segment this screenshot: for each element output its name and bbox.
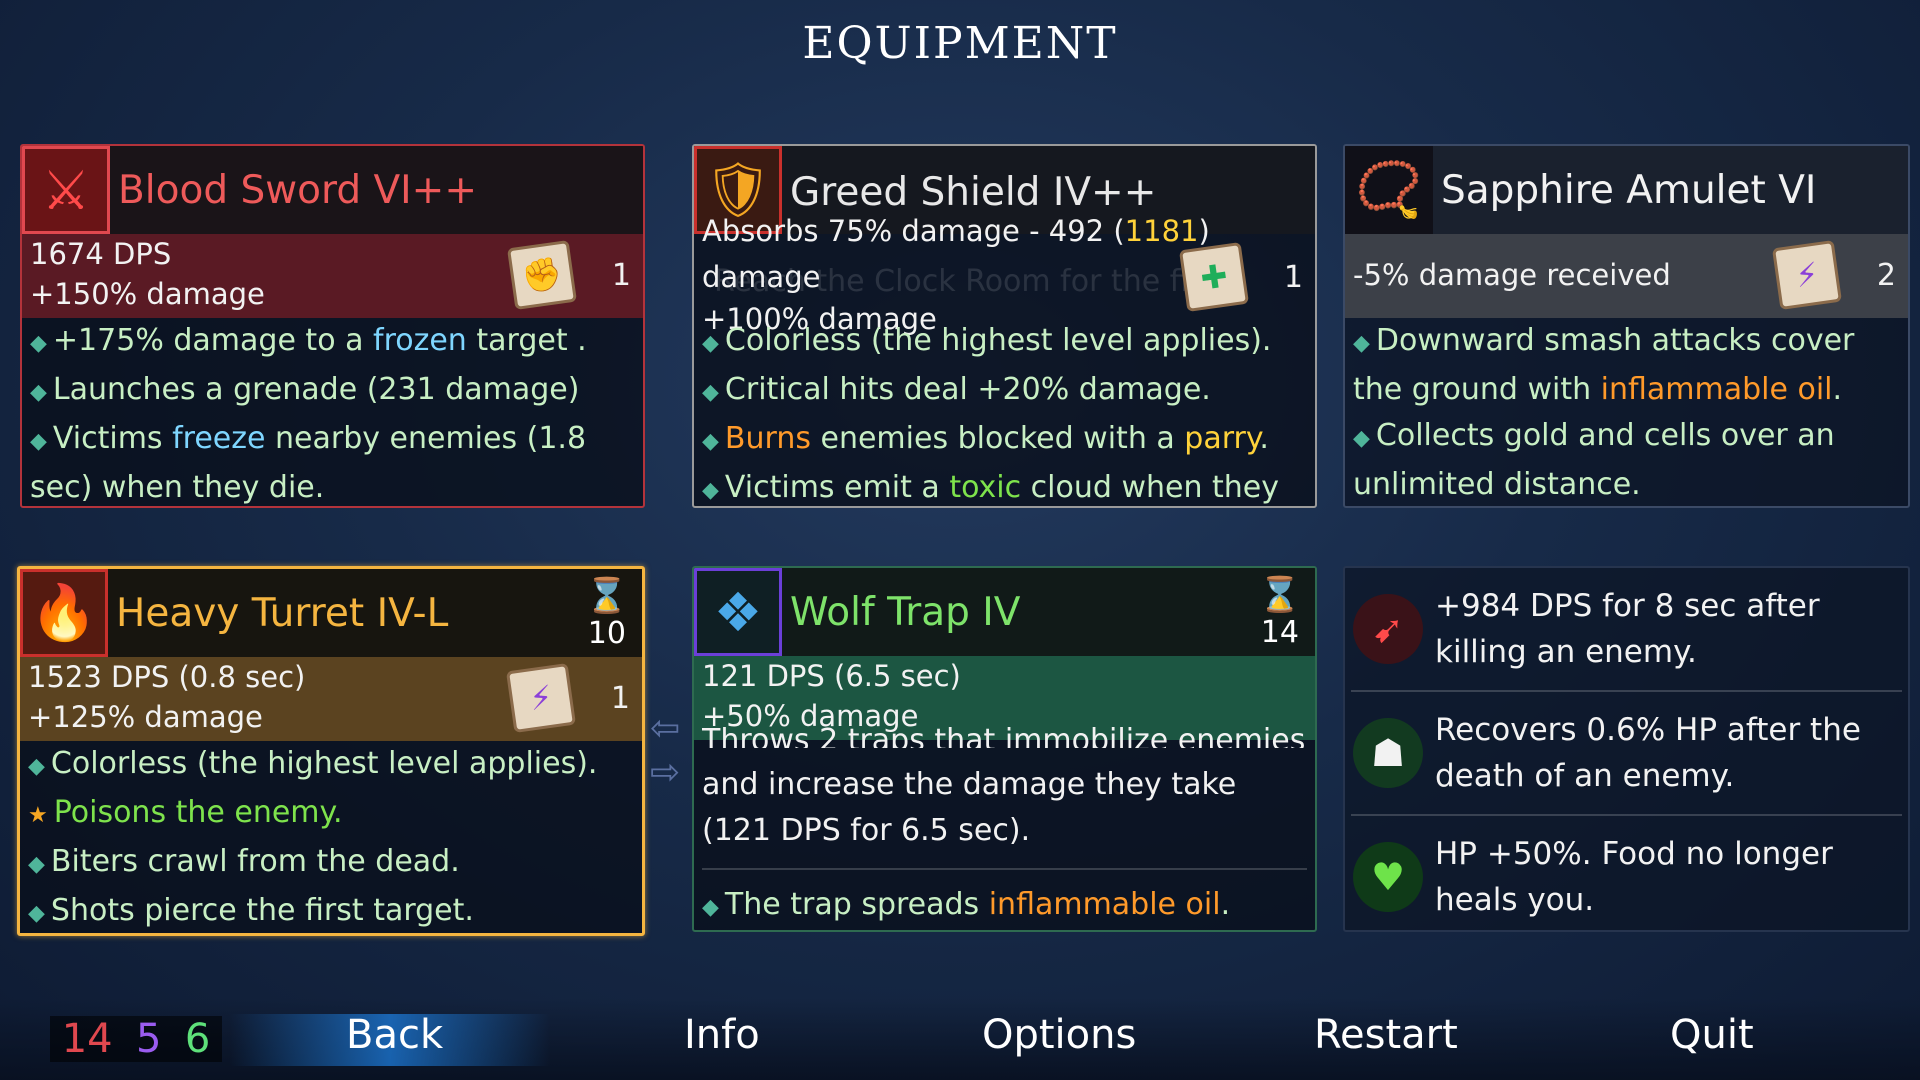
- bullet-icon: ◆: [702, 331, 719, 356]
- scroll-stat-counts: 14 5 6: [50, 1016, 222, 1062]
- item-name: Blood Sword VI++: [118, 168, 478, 213]
- bullet-icon: ◆: [702, 895, 719, 920]
- brutality-count: 14: [61, 1016, 113, 1062]
- dps-value: 121 DPS (6.5 sec): [702, 659, 961, 693]
- mutation-row[interactable]: ☗ Recovers 0.6% HP after the death of an…: [1345, 692, 1908, 814]
- card-sapphire-amulet[interactable]: 📿 Sapphire Amulet VI -5% damage received…: [1343, 144, 1910, 508]
- scroll-counter: ✚ 1: [1178, 241, 1303, 313]
- card-header: 📿 Sapphire Amulet VI: [1345, 146, 1908, 234]
- scroll-counter: ⚡ 2: [1771, 239, 1896, 311]
- mutations-panel: ➹ +984 DPS for 8 sec after killing an en…: [1343, 566, 1910, 932]
- affix-list: ◆ +175% damage to a frozen target . ◆ Laun…: [22, 318, 643, 506]
- affix: ◆ Shots pierce the first target.: [28, 893, 474, 928]
- options-button[interactable]: Options: [982, 1012, 1136, 1058]
- affix: ◆ Colorless (the highest level applies).: [702, 323, 1272, 358]
- card-greed-shield[interactable]: 🛡 Greed Shield IV++ Reach the Clock Room…: [692, 144, 1317, 508]
- scroll-counter: ✊ 1: [506, 239, 631, 311]
- affix: ◆ The trap spreads inflammable oil.: [702, 887, 1231, 922]
- affix: ◆ Critical hits deal +20% damage.: [702, 372, 1211, 407]
- swap-right-arrow-icon[interactable]: ⇨: [650, 752, 680, 793]
- affix-list: ◆ Colorless (the highest level applies). …: [694, 318, 1315, 506]
- cooldown-value: 10: [587, 616, 626, 651]
- cooldown-timer: ⌛ 14: [1259, 576, 1301, 652]
- item-name: Sapphire Amulet VI: [1441, 168, 1817, 213]
- back-button[interactable]: Back: [346, 1012, 443, 1058]
- card-heavy-turret[interactable]: 🔥 Heavy Turret IV-L ⌛ 10 1523 DPS (0.8 s…: [17, 566, 645, 936]
- mutation-text: +984 DPS for 8 sec after killing an enem…: [1435, 588, 1820, 670]
- bullet-icon: ◆: [28, 754, 45, 779]
- mutation-text: HP +50%. Food no longer heals you.: [1435, 836, 1833, 918]
- affix: ◆Victims emit a toxic cloud when they di…: [702, 470, 1279, 505]
- sapphire-amulet-icon: 📿: [1345, 146, 1433, 234]
- scroll-count: 2: [1876, 258, 1896, 293]
- item-description: and increase the damage they take (121 D…: [702, 767, 1237, 848]
- bullet-icon: ◆: [30, 331, 47, 356]
- mutation-row[interactable]: ♥ HP +50%. Food no longer heals you.: [1345, 816, 1908, 930]
- hourglass-icon: ⌛: [585, 576, 628, 616]
- scroll-count: 1: [1283, 260, 1303, 295]
- card-blood-sword[interactable]: ⚔ Blood Sword VI++ 1674 DPS +150% damage…: [20, 144, 645, 508]
- blood-sword-icon: ⚔: [22, 146, 110, 234]
- divider: [702, 868, 1307, 870]
- affix-list: ◆ Downward smash attacks cover the ground…: [1345, 318, 1908, 506]
- brutality-scroll-icon: ✊: [506, 239, 578, 311]
- wolf-trap-icon: ❖: [694, 568, 782, 656]
- footer-bar: 14 5 6 Back Info Options Restart Quit: [0, 998, 1920, 1080]
- bullet-icon: ◆: [702, 429, 719, 454]
- affix: ◆ Victims freeze nearby enemies (1.8 sec)…: [30, 421, 587, 505]
- mutation-crossbow-icon: ➹: [1353, 594, 1423, 664]
- survival-scroll-icon: ✚: [1178, 241, 1250, 313]
- bullet-icon: ◆: [1353, 426, 1370, 451]
- mutation-fangs-icon: ☗: [1353, 718, 1423, 788]
- affix: ◆ +175% damage to a frozen target .: [30, 323, 587, 358]
- hourglass-icon: ⌛: [1258, 575, 1301, 615]
- restart-button[interactable]: Restart: [1314, 1012, 1458, 1058]
- bullet-icon: ◆: [30, 380, 47, 405]
- mutation-row[interactable]: ➹ +984 DPS for 8 sec after killing an en…: [1345, 568, 1908, 690]
- card-header: ❖ Wolf Trap IV ⌛ 14: [694, 568, 1315, 656]
- scroll-count: 1: [610, 681, 630, 716]
- affix: ◆ Launches a grenade (231 damage): [30, 372, 580, 407]
- description-cut-line: Throws 2 traps that immobilize enemies: [702, 726, 1306, 748]
- item-stats: -5% damage received ⚡ 2: [1345, 234, 1908, 318]
- tactics-scroll-icon: ⚡: [505, 662, 577, 734]
- affix: ★ Poisons the enemy.: [28, 795, 343, 830]
- mutation-text: Recovers 0.6% HP after the death of an e…: [1435, 712, 1861, 794]
- bullet-icon: ◆: [702, 478, 719, 503]
- card-header: 🔥 Heavy Turret IV-L ⌛ 10: [20, 569, 642, 657]
- item-stats: 1674 DPS +150% damage ✊ 1: [22, 234, 643, 318]
- cooldown-timer: ⌛ 10: [586, 577, 628, 653]
- bullet-icon: ◆: [28, 852, 45, 877]
- survival-count: 6: [184, 1016, 211, 1062]
- scroll-counter: ⚡ 1: [505, 662, 630, 734]
- item-name: Wolf Trap IV: [790, 590, 1021, 635]
- tactics-count: 5: [135, 1016, 162, 1062]
- bullet-icon: ◆: [702, 380, 719, 405]
- affix: ◆ Colorless (the highest level applies).: [28, 746, 598, 781]
- bullet-icon: ◆: [28, 901, 45, 926]
- card-header: ⚔ Blood Sword VI++: [22, 146, 643, 234]
- star-icon: ★: [28, 803, 48, 828]
- mutation-heart-icon: ♥: [1353, 842, 1423, 912]
- cooldown-value: 14: [1260, 615, 1299, 650]
- affix: ◆ Collects gold and cells over an unlimit…: [1353, 418, 1835, 502]
- bullet-icon: ◆: [30, 429, 47, 454]
- affix: ◆ Biters crawl from the dead.: [28, 844, 460, 879]
- affix: ◆ Burns enemies blocked with a parry.: [702, 421, 1269, 456]
- tactics-scroll-icon: ⚡: [1771, 239, 1843, 311]
- affix-list: ◆ Colorless (the highest level applies). …: [20, 741, 642, 933]
- bullet-icon: ◆: [1353, 331, 1370, 356]
- item-name: Heavy Turret IV-L: [116, 591, 449, 636]
- swap-left-arrow-icon[interactable]: ⇦: [650, 708, 680, 749]
- heavy-turret-icon: 🔥: [20, 569, 108, 657]
- screen-title: EQUIPMENT: [802, 18, 1118, 69]
- affix: ◆ Downward smash attacks cover the ground…: [1353, 323, 1855, 407]
- quit-button[interactable]: Quit: [1670, 1012, 1754, 1058]
- info-button[interactable]: Info: [684, 1012, 760, 1058]
- scroll-count: 1: [611, 258, 631, 293]
- card-wolf-trap[interactable]: ❖ Wolf Trap IV ⌛ 14 121 DPS (6.5 sec) +5…: [692, 566, 1317, 932]
- item-stats: 1523 DPS (0.8 sec) +125% damage ⚡ 1: [20, 657, 642, 741]
